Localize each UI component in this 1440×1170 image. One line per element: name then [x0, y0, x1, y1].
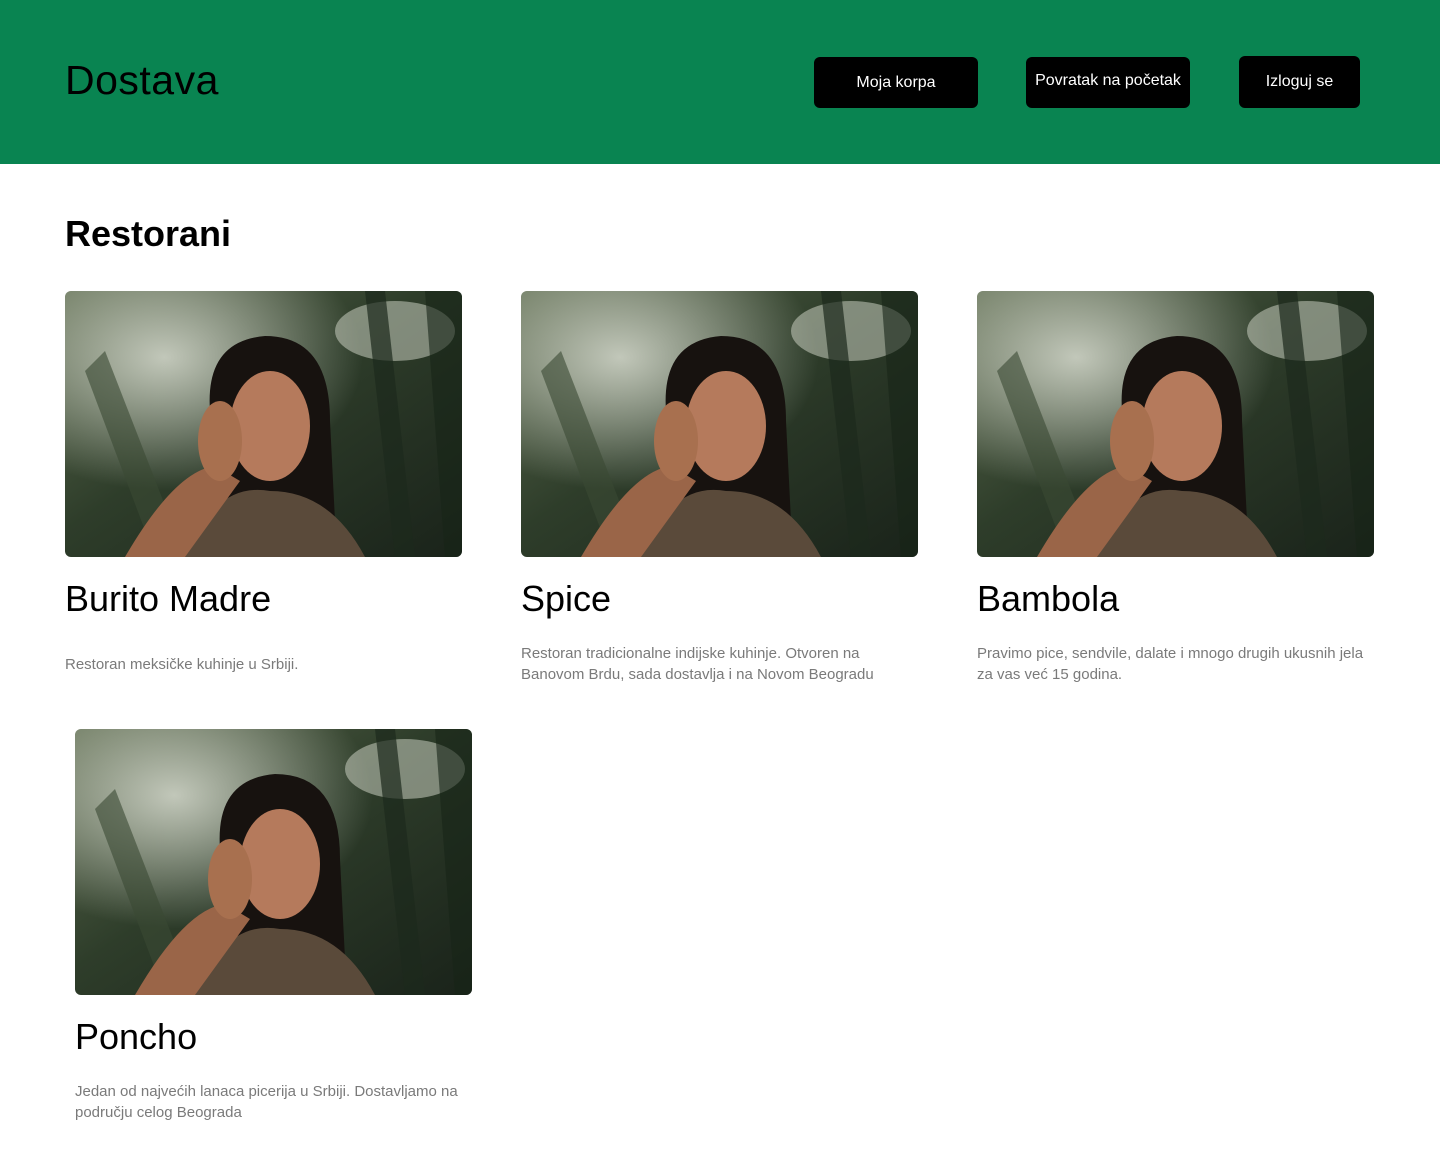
restaurant-photo[interactable] — [521, 291, 918, 557]
logout-button[interactable]: Izloguj se — [1239, 56, 1360, 108]
restaurant-description: Restoran tradicionalne indijske kuhinje.… — [521, 645, 874, 683]
restaurant-description: Pravimo pice, sendvile, dalate i mnogo d… — [977, 645, 1364, 683]
restaurant-description: Jedan od najvećih lanaca picerija u Srbi… — [75, 1083, 458, 1121]
page-title: Restorani — [65, 213, 232, 254]
restaurant-photo[interactable] — [977, 291, 1374, 557]
restaurant-card[interactable]: Bambola Pravimo pice, sendvile, dalate i… — [977, 291, 1374, 683]
top-header: Dostava Moja korpa Povratak na početak I… — [0, 0, 1440, 164]
restaurant-name[interactable]: Poncho — [75, 1015, 197, 1059]
restaurant-name[interactable]: Spice — [521, 577, 611, 621]
restaurant-description: Restoran meksičke kuhinje u Srbiji. — [65, 656, 299, 673]
restaurant-card[interactable]: Spice Restoran tradicionalne indijske ku… — [521, 291, 918, 683]
restaurant-card[interactable]: Burito Madre Restoran meksičke kuhinje u… — [65, 291, 462, 673]
restaurant-name[interactable]: Burito Madre — [65, 577, 271, 621]
restaurant-card[interactable]: Poncho Jedan od najvećih lanaca picerija… — [75, 729, 472, 1121]
my-cart-button[interactable]: Moja korpa — [814, 57, 978, 108]
back-to-home-button[interactable]: Povratak na početak — [1026, 57, 1190, 108]
restaurant-name[interactable]: Bambola — [977, 577, 1119, 621]
restaurant-photo[interactable] — [65, 291, 462, 557]
brand-title: Dostava — [65, 57, 219, 103]
restaurant-photo[interactable] — [75, 729, 472, 995]
